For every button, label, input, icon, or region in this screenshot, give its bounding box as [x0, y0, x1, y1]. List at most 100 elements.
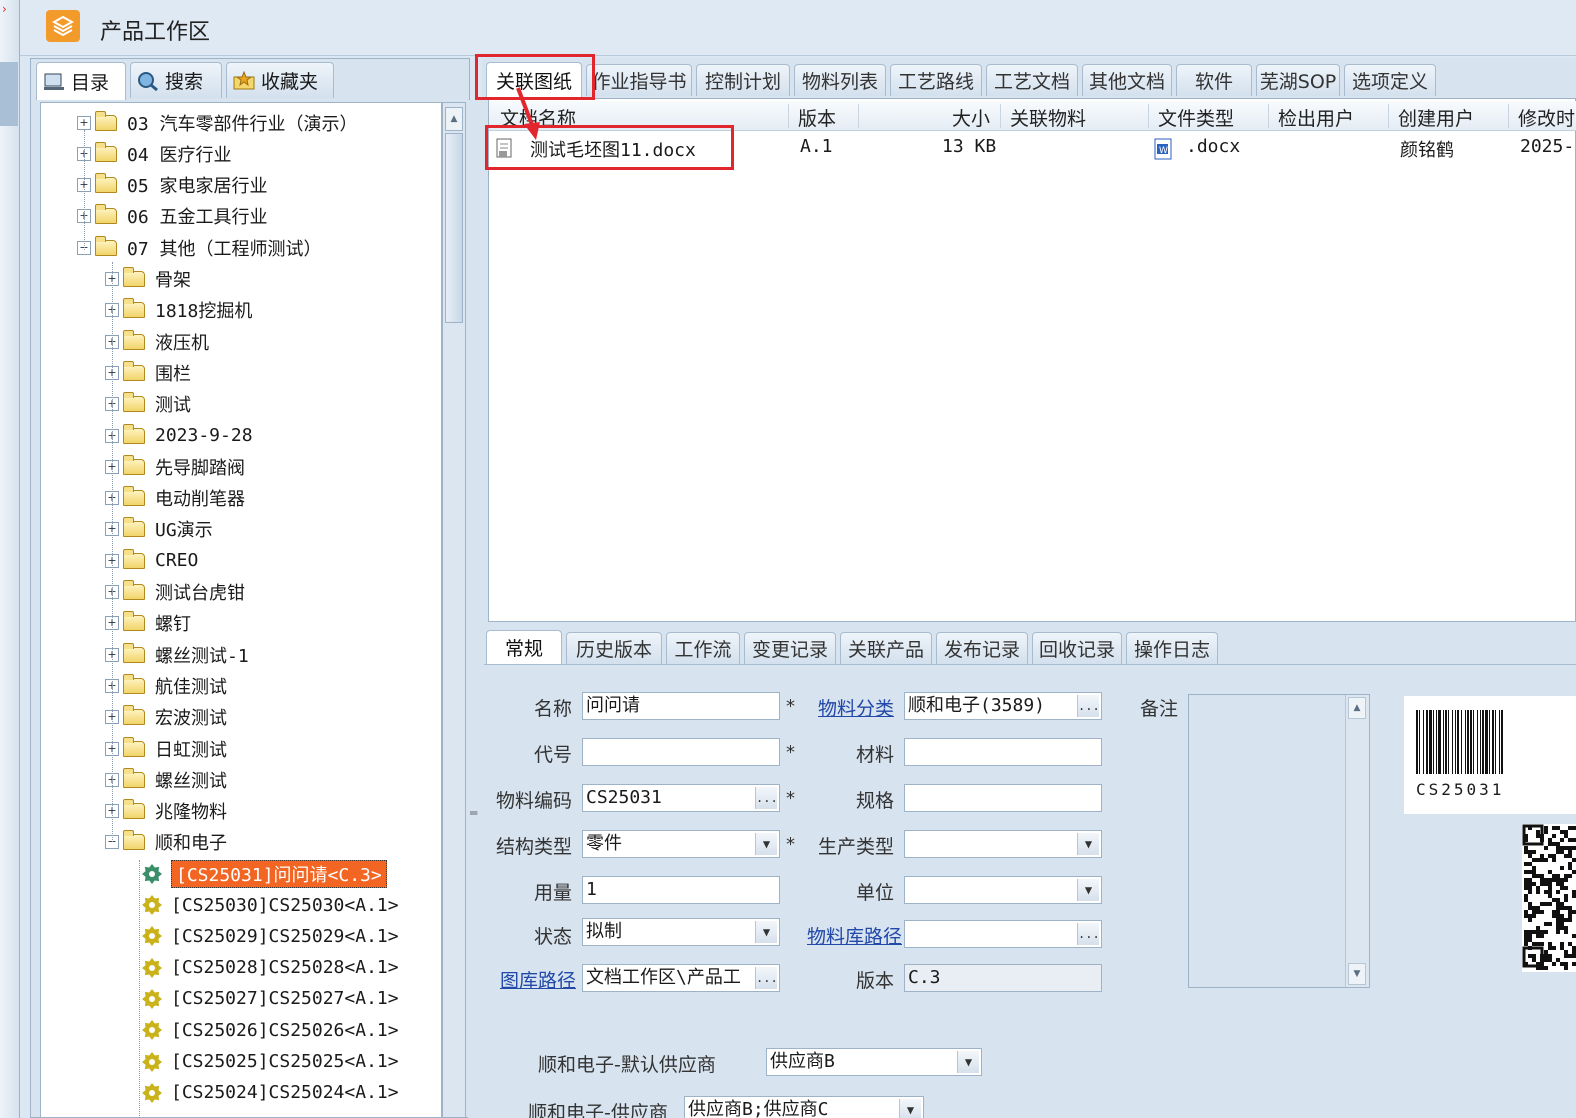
tab-change-log[interactable]: 变更记录: [744, 632, 836, 664]
structure-type-select[interactable]: 零件 ▼: [582, 830, 780, 858]
col-related-material[interactable]: 关联物料: [1010, 104, 1086, 131]
tab-release-log[interactable]: 发布记录: [936, 632, 1028, 664]
tree-folder-item[interactable]: + 先导脚踏阀: [105, 451, 245, 482]
library-path-link[interactable]: 图库路径: [490, 966, 576, 993]
chevron-down-icon[interactable]: ▼: [755, 921, 777, 943]
col-modified[interactable]: 修改时: [1518, 104, 1575, 131]
ellipsis-button[interactable]: ...: [1077, 923, 1100, 945]
remark-scrollbar[interactable]: ▲ ▼: [1345, 695, 1369, 987]
name-field[interactable]: 问问请: [582, 692, 780, 720]
tree-scrollbar[interactable]: ▲: [442, 102, 466, 1118]
panel-splitter[interactable]: ═: [468, 100, 482, 1118]
ellipsis-button[interactable]: ...: [755, 787, 778, 809]
tab-workflow[interactable]: 工作流: [666, 632, 740, 664]
chevron-down-icon[interactable]: ▼: [957, 1051, 979, 1073]
scroll-up-icon[interactable]: ▲: [1348, 697, 1366, 719]
tab-control-plan[interactable]: 控制计划: [696, 64, 790, 96]
tab-process-docs[interactable]: 工艺文档: [986, 64, 1078, 96]
col-file-type[interactable]: 文件类型: [1158, 104, 1234, 131]
tree-leaf-item[interactable]: [CS25024]CS25024<A.1>: [141, 1077, 399, 1108]
tab-related-products[interactable]: 关联产品: [840, 632, 932, 664]
tree-leaf-item[interactable]: [CS25026]CS25026<A.1>: [141, 1015, 399, 1046]
tree-leaf-item[interactable]: [CS25030]CS25030<A.1>: [141, 890, 399, 921]
col-version[interactable]: 版本: [798, 104, 836, 131]
tab-general[interactable]: 常规: [486, 630, 562, 664]
chevron-down-icon[interactable]: ▼: [1077, 879, 1099, 901]
remark-textarea[interactable]: ▲ ▼: [1188, 694, 1370, 988]
chevron-down-icon[interactable]: ▼: [1077, 833, 1099, 855]
tree-leaf-item[interactable]: [CS25031]问问请<C.3>: [141, 858, 387, 889]
tab-recycle-log[interactable]: 回收记录: [1032, 632, 1122, 664]
tab-option-definition[interactable]: 选项定义: [1344, 64, 1436, 96]
material-category-field[interactable]: 顺和电子(3589)...: [904, 692, 1102, 720]
material-library-path-field[interactable]: ...: [904, 920, 1102, 948]
material-field[interactable]: [904, 738, 1102, 766]
tree-folder-item[interactable]: + 日虹测试: [105, 733, 227, 764]
tab-favorites[interactable]: 收藏夹: [226, 62, 334, 98]
tree-folder-item[interactable]: + 兆隆物料: [105, 796, 227, 827]
spec-field[interactable]: [904, 784, 1102, 812]
tree-folder-item[interactable]: +1818挖掘机: [105, 295, 252, 326]
ellipsis-button[interactable]: ...: [1077, 695, 1100, 717]
tab-history[interactable]: 历史版本: [566, 632, 662, 664]
tab-catalog[interactable]: 目录: [36, 62, 126, 100]
tree-leaf-item[interactable]: [CS25027]CS25027<A.1>: [141, 983, 399, 1014]
production-type-select[interactable]: ▼: [904, 830, 1102, 858]
tree-folder-item[interactable]: + CREO: [105, 545, 198, 576]
tab-operation-log[interactable]: 操作日志: [1126, 632, 1218, 664]
tab-other-docs[interactable]: 其他文档: [1082, 64, 1172, 96]
tree-folder-item[interactable]: + 围栏: [105, 357, 191, 388]
default-supplier-select[interactable]: 供应商B ▼: [766, 1048, 982, 1076]
col-creator[interactable]: 创建用户: [1398, 104, 1474, 131]
material-code-field[interactable]: CS25031...: [582, 784, 780, 812]
tree-folder-item[interactable]: + 测试: [105, 389, 191, 420]
tree-folder-item[interactable]: − 顺和电子: [105, 827, 227, 858]
tree-folder-item[interactable]: + 螺丝测试-1: [105, 639, 249, 670]
status-select[interactable]: 拟制 ▼: [582, 918, 780, 946]
tab-work-instruction[interactable]: 作业指导书: [586, 64, 692, 96]
tree-leaf-item[interactable]: [CS25028]CS25028<A.1>: [141, 952, 399, 983]
outer-sidebar-handle[interactable]: [0, 62, 18, 126]
tree-folder-item[interactable]: +06 五金工具行业: [77, 201, 268, 232]
catalog-tree[interactable]: +03 汽车零部件行业（演示） +04 医疗行业 +05 家电家居行业 +06 五金工…: [40, 102, 442, 1118]
tree-folder-item[interactable]: + 螺钉: [105, 608, 191, 639]
tree-folder-item[interactable]: + 螺丝测试: [105, 764, 227, 795]
tab-material-list[interactable]: 物料列表: [794, 64, 886, 96]
material-library-path-link[interactable]: 物料库路径: [800, 922, 902, 949]
tree-item-label: [CS25024]CS25024<A.1>: [171, 1082, 399, 1104]
col-size[interactable]: 大小: [952, 104, 990, 131]
tree-folder-item[interactable]: + 电动削笔器: [105, 483, 245, 514]
tab-wuhu-sop[interactable]: 芜湖SOP: [1256, 64, 1340, 96]
tab-software[interactable]: 软件: [1176, 64, 1252, 96]
library-path-field[interactable]: 文档工作区\产品工...: [582, 964, 780, 992]
tree-folder-item[interactable]: + 宏波测试: [105, 702, 227, 733]
tree-folder-item[interactable]: −07 其他（工程师测试）: [77, 232, 322, 263]
tree-folder-item[interactable]: + 液压机: [105, 326, 209, 357]
supplier-select[interactable]: 供应商B;供应商C ▼: [684, 1096, 924, 1118]
tab-process-route[interactable]: 工艺路线: [890, 64, 982, 96]
scroll-thumb[interactable]: [445, 133, 463, 323]
tree-folder-item[interactable]: +03 汽车零部件行业（演示）: [77, 107, 358, 138]
col-checkout-user[interactable]: 检出用户: [1278, 104, 1354, 131]
material-category-link[interactable]: 物料分类: [806, 694, 894, 721]
version-field: C.3: [904, 964, 1102, 992]
tree-folder-item[interactable]: +04 医疗行业: [77, 138, 232, 169]
tree-folder-item[interactable]: + 骨架: [105, 264, 191, 295]
expand-icon[interactable]: +: [77, 115, 91, 130]
tree-folder-item[interactable]: +2023-9-28: [105, 420, 253, 451]
tree-folder-item[interactable]: + 航佳测试: [105, 670, 227, 701]
tab-search[interactable]: 搜索: [130, 62, 222, 98]
tree-leaf-item[interactable]: [CS25025]CS25025<A.1>: [141, 1046, 399, 1077]
chevron-down-icon[interactable]: ▼: [755, 833, 777, 855]
chevron-down-icon[interactable]: ▼: [899, 1099, 921, 1118]
quantity-field[interactable]: 1: [582, 876, 780, 904]
unit-select[interactable]: ▼: [904, 876, 1102, 904]
code-field[interactable]: [582, 738, 780, 766]
scroll-down-icon[interactable]: ▼: [1348, 963, 1366, 985]
scroll-up-icon[interactable]: ▲: [445, 107, 463, 131]
tree-folder-item[interactable]: +05 家电家居行业: [77, 170, 268, 201]
ellipsis-button[interactable]: ...: [755, 967, 778, 989]
tree-leaf-item[interactable]: [CS25029]CS25029<A.1>: [141, 921, 399, 952]
tree-folder-item[interactable]: + UG演示: [105, 514, 213, 545]
tree-folder-item[interactable]: + 测试台虎钳: [105, 577, 245, 608]
